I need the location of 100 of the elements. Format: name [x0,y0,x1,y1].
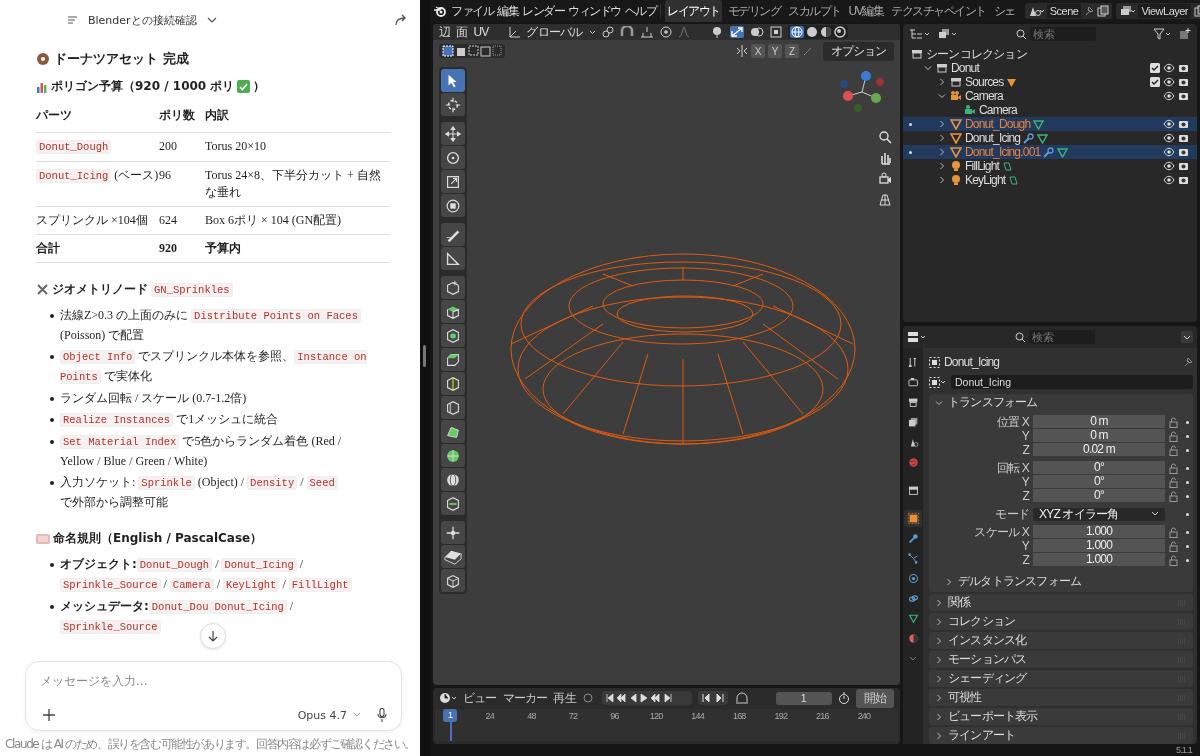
menu-item[interactable]: ウィンドウ [568,2,621,20]
magnet-icon[interactable] [619,26,634,38]
panel-header[interactable]: シェーディング [929,670,1193,687]
camera-icon[interactable] [1178,175,1189,185]
camera-icon[interactable] [1178,133,1189,143]
number-field[interactable]: 0 m [1033,415,1165,429]
triangle-icon[interactable] [1057,146,1069,158]
camera-icon[interactable] [1178,77,1189,87]
xray-icon[interactable] [769,26,782,38]
lock-icon[interactable] [1169,462,1178,474]
zoom-icon[interactable] [878,130,892,144]
mode-dropdown[interactable]: XYZ オイラー角 [1033,507,1165,521]
axes-icon[interactable] [508,26,521,38]
arc-icon[interactable] [733,692,750,704]
outliner-item[interactable]: KeyLight [965,173,1006,187]
properties-tab[interactable] [904,510,922,527]
outliner-item[interactable]: Sources [965,75,1004,89]
scene-icon[interactable] [1027,5,1044,17]
tool-button[interactable] [441,444,465,467]
tool-button[interactable] [441,372,465,395]
rendered-sphere-icon[interactable] [833,26,846,38]
keyframe-jump-icon[interactable] [700,692,725,704]
new-collection-icon[interactable] [1179,28,1191,40]
scene-field[interactable]: Scene [1046,4,1082,18]
tool-button[interactable] [441,194,465,217]
select-box-icon[interactable] [442,45,502,57]
tool-button[interactable] [441,521,465,544]
panel-header[interactable]: モーションパス [929,651,1193,668]
object-icon[interactable] [929,376,947,388]
tool-button[interactable] [441,146,465,169]
lock-icon[interactable] [1169,444,1178,456]
eye-icon[interactable] [1163,133,1175,143]
overlay-icon[interactable] [749,26,764,38]
camera-icon[interactable] [1178,91,1189,101]
menu-item[interactable]: レンダー [522,2,564,20]
checkbox[interactable] [1150,63,1160,73]
tree-view-icon[interactable] [909,28,931,40]
camera-icon[interactable] [1178,147,1189,157]
tool-button[interactable] [441,93,465,116]
outliner-item[interactable]: Donut [951,61,980,75]
wrench-icon[interactable] [1023,132,1035,144]
number-field[interactable]: 0.02 m [1033,443,1165,457]
filter-icon[interactable] [1153,28,1173,40]
number-field[interactable]: 0 m [1033,429,1165,443]
camera-icon[interactable] [1178,119,1189,129]
search-field[interactable]: 検索 [1029,330,1095,344]
search-icon[interactable] [1016,28,1027,40]
tool-button[interactable] [441,300,465,323]
axis-toggle[interactable]: X [751,44,765,58]
workspace-tab[interactable]: スカルプト [786,0,843,22]
workspace-tab[interactable]: UV編集 [846,0,886,22]
tool-button[interactable] [441,223,465,246]
panel-header[interactable]: トランスフォーム [929,394,1193,411]
copy-icon[interactable] [1097,5,1110,17]
menu-item[interactable]: マーカー [502,689,548,707]
number-field[interactable]: 1.000 [1033,525,1165,539]
solid-sphere-icon[interactable] [805,26,818,38]
stopwatch-icon[interactable] [837,692,850,704]
workspace-tab[interactable]: テクスチャペイント [889,0,988,22]
triangle-icon[interactable] [1037,132,1049,144]
panel-header[interactable]: 可視性 [929,689,1193,706]
tool-button[interactable] [441,122,465,145]
scroll-down-button[interactable] [200,623,226,649]
tool-button[interactable] [441,170,465,193]
number-field[interactable]: 1.000 [1033,539,1165,553]
chat-title[interactable]: Blenderとの接続確認 [88,12,197,28]
camera-icon[interactable] [1178,63,1189,73]
blender-logo-icon[interactable] [433,5,447,17]
menu-item[interactable]: 編集 [497,2,518,20]
wrench-icon[interactable] [1043,146,1055,158]
clock-icon[interactable] [439,692,457,704]
panel-header[interactable]: インスタンス化 [929,632,1193,649]
workspace-tab[interactable]: レイアウト [665,0,722,22]
tool-button[interactable] [441,247,465,270]
model-selector[interactable]: Opus 4.7 [297,708,347,722]
keyframe-dot[interactable] [1186,512,1189,516]
eye-icon[interactable] [1163,147,1175,157]
tool-button[interactable] [441,468,465,491]
lock-icon[interactable] [1169,526,1178,538]
hand-icon[interactable] [878,151,892,165]
tool-button[interactable] [441,545,465,568]
outliner-item[interactable]: Camera [965,89,1003,103]
select-mode-button[interactable]: 辺 [439,24,451,41]
keyframe-dot[interactable] [1186,530,1189,534]
frame-field[interactable]: 1 [775,691,832,705]
lock-icon[interactable] [1169,540,1178,552]
keyframe-dot[interactable] [1186,434,1189,438]
keyframe-dot[interactable] [1186,448,1189,452]
eye-icon[interactable] [1163,119,1175,129]
outliner-item[interactable]: Donut_Icing [965,131,1021,145]
snap-icon[interactable] [639,26,654,38]
grid-icon[interactable] [878,193,892,207]
camera-icon[interactable] [1178,161,1189,171]
share-icon[interactable] [394,13,408,27]
keyframe-dot[interactable] [1186,420,1189,424]
microphone-icon[interactable] [377,708,387,722]
panel-header[interactable]: ビューポート表示 [929,708,1193,725]
keyframe-dot[interactable] [1186,466,1189,470]
camera-icon[interactable] [878,172,892,186]
select-mode-button[interactable]: UV [473,25,489,39]
